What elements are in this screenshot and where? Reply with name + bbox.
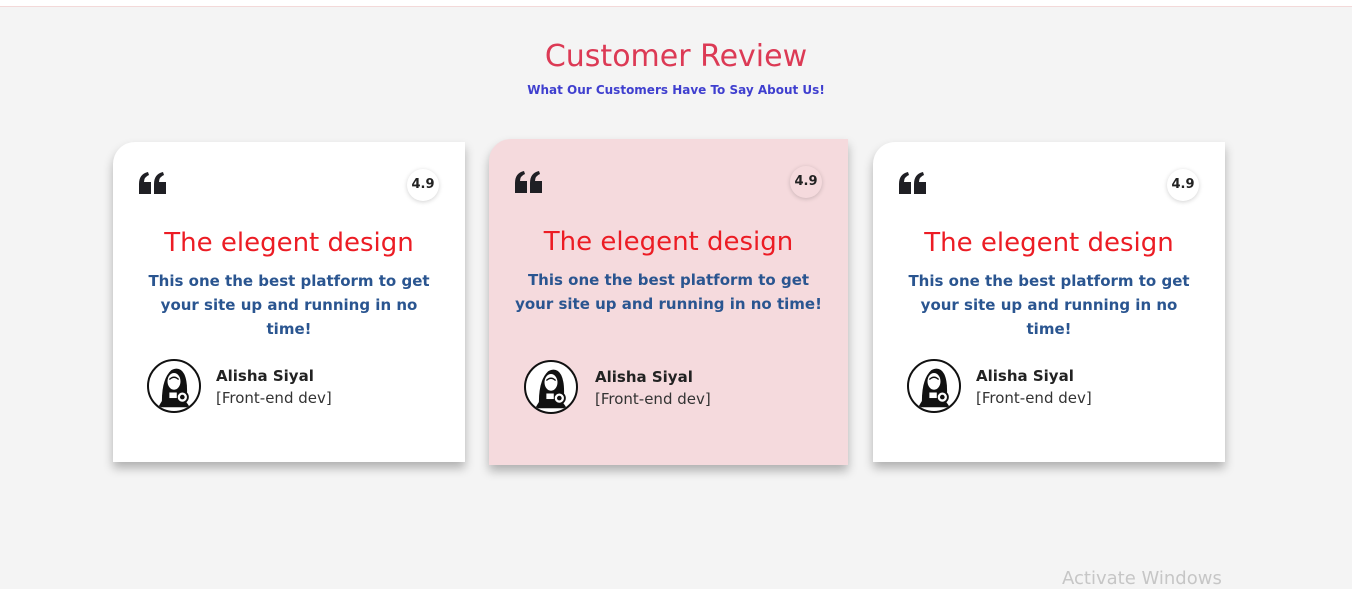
- rating-badge: 4.9: [1167, 169, 1199, 201]
- review-text: This one the best platform to get your s…: [515, 271, 822, 313]
- author-name: Alisha Siyal: [595, 368, 693, 386]
- section-header: Customer Review What Our Customers Have …: [0, 38, 1352, 97]
- review-card[interactable]: 4.9 The elegent design This one the best…: [873, 142, 1225, 462]
- avatar-photographer-icon: [907, 359, 961, 413]
- rating-badge: 4.9: [407, 169, 439, 201]
- review-author: Alisha Siyal [Front-end dev]: [595, 367, 711, 411]
- review-author: Alisha Siyal [Front-end dev]: [976, 366, 1092, 410]
- rating-badge: 4.9: [790, 166, 822, 198]
- quote-icon: [515, 171, 542, 193]
- review-title: The elegent design: [543, 227, 794, 257]
- avatar-photographer-icon: [147, 359, 201, 413]
- review-card[interactable]: 4.9 The elegent design This one the best…: [113, 142, 465, 462]
- review-text: This one the best platform to get your s…: [908, 272, 1190, 338]
- review-card-highlighted[interactable]: 4.9 The elegent design This one the best…: [489, 139, 848, 465]
- review-title: The elegent design: [924, 228, 1174, 258]
- avatar-photographer-icon: [524, 360, 578, 414]
- quote-icon: [899, 172, 926, 194]
- page-subtitle: What Our Customers Have To Say About Us!: [527, 83, 825, 97]
- author-role: [Front-end dev]: [595, 390, 711, 408]
- author-name: Alisha Siyal: [216, 367, 314, 385]
- quote-icon: [139, 172, 166, 194]
- page-title: Customer Review: [544, 39, 808, 74]
- top-bar: [0, 0, 1352, 7]
- author-name: Alisha Siyal: [976, 367, 1074, 385]
- author-role: [Front-end dev]: [216, 389, 332, 407]
- review-text: This one the best platform to get your s…: [148, 272, 430, 338]
- review-author: Alisha Siyal [Front-end dev]: [216, 366, 332, 410]
- review-title: The elegent design: [164, 228, 414, 258]
- activate-windows-watermark: Activate Windows: [1062, 568, 1222, 589]
- author-role: [Front-end dev]: [976, 389, 1092, 407]
